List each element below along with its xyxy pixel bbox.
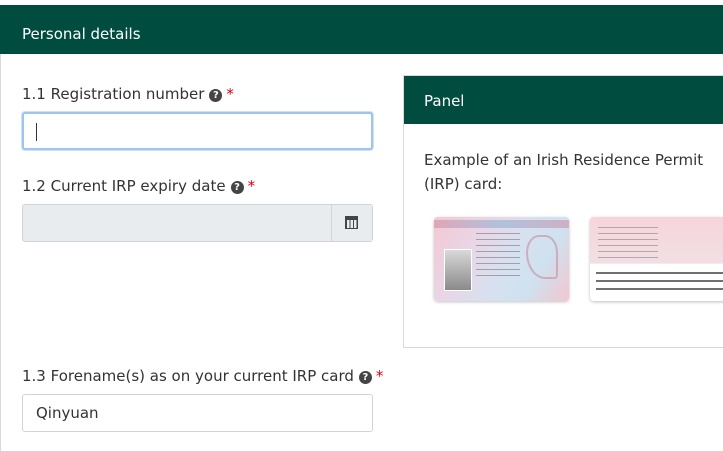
question-circle-icon[interactable]: ? [209,89,223,102]
section-header: Personal details [0,5,723,54]
section-title: Personal details [22,25,141,43]
registration-number-label: 1.1 Registration number? * [22,85,234,103]
info-panel: Panel Example of an Irish Residence Perm… [403,75,723,348]
required-marker: * [247,177,256,195]
question-circle-icon[interactable]: ? [358,371,372,384]
forename-label-text: 1.3 Forename(s) as on your current IRP c… [22,367,354,385]
required-marker: * [226,85,234,103]
required-marker: * [375,367,384,385]
card-photo [444,249,472,291]
irp-expiry-date-input[interactable] [22,204,373,242]
forename-label: 1.3 Forename(s) as on your current IRP c… [22,367,383,385]
registration-number-input[interactable] [22,112,373,150]
harp-emblem [526,235,558,279]
text-caret [36,123,37,141]
date-picker-button[interactable] [331,205,372,241]
forename-input[interactable] [22,394,373,432]
panel-header: Panel [404,76,723,124]
irp-expiry-label-text: 1.2 Current IRP expiry date [22,177,226,195]
panel-description: Example of an Irish Residence Permit (IR… [424,151,704,193]
question-circle-icon[interactable]: ? [230,181,244,194]
irp-card-back-image [590,217,723,301]
panel-title: Panel [424,92,465,110]
irp-card-front-image [434,217,569,301]
registration-number-label-text: 1.1 Registration number [22,85,205,103]
irp-expiry-label: 1.2 Current IRP expiry date? * [22,177,255,195]
calendar-icon [345,216,358,229]
machine-readable-zone [596,272,723,296]
